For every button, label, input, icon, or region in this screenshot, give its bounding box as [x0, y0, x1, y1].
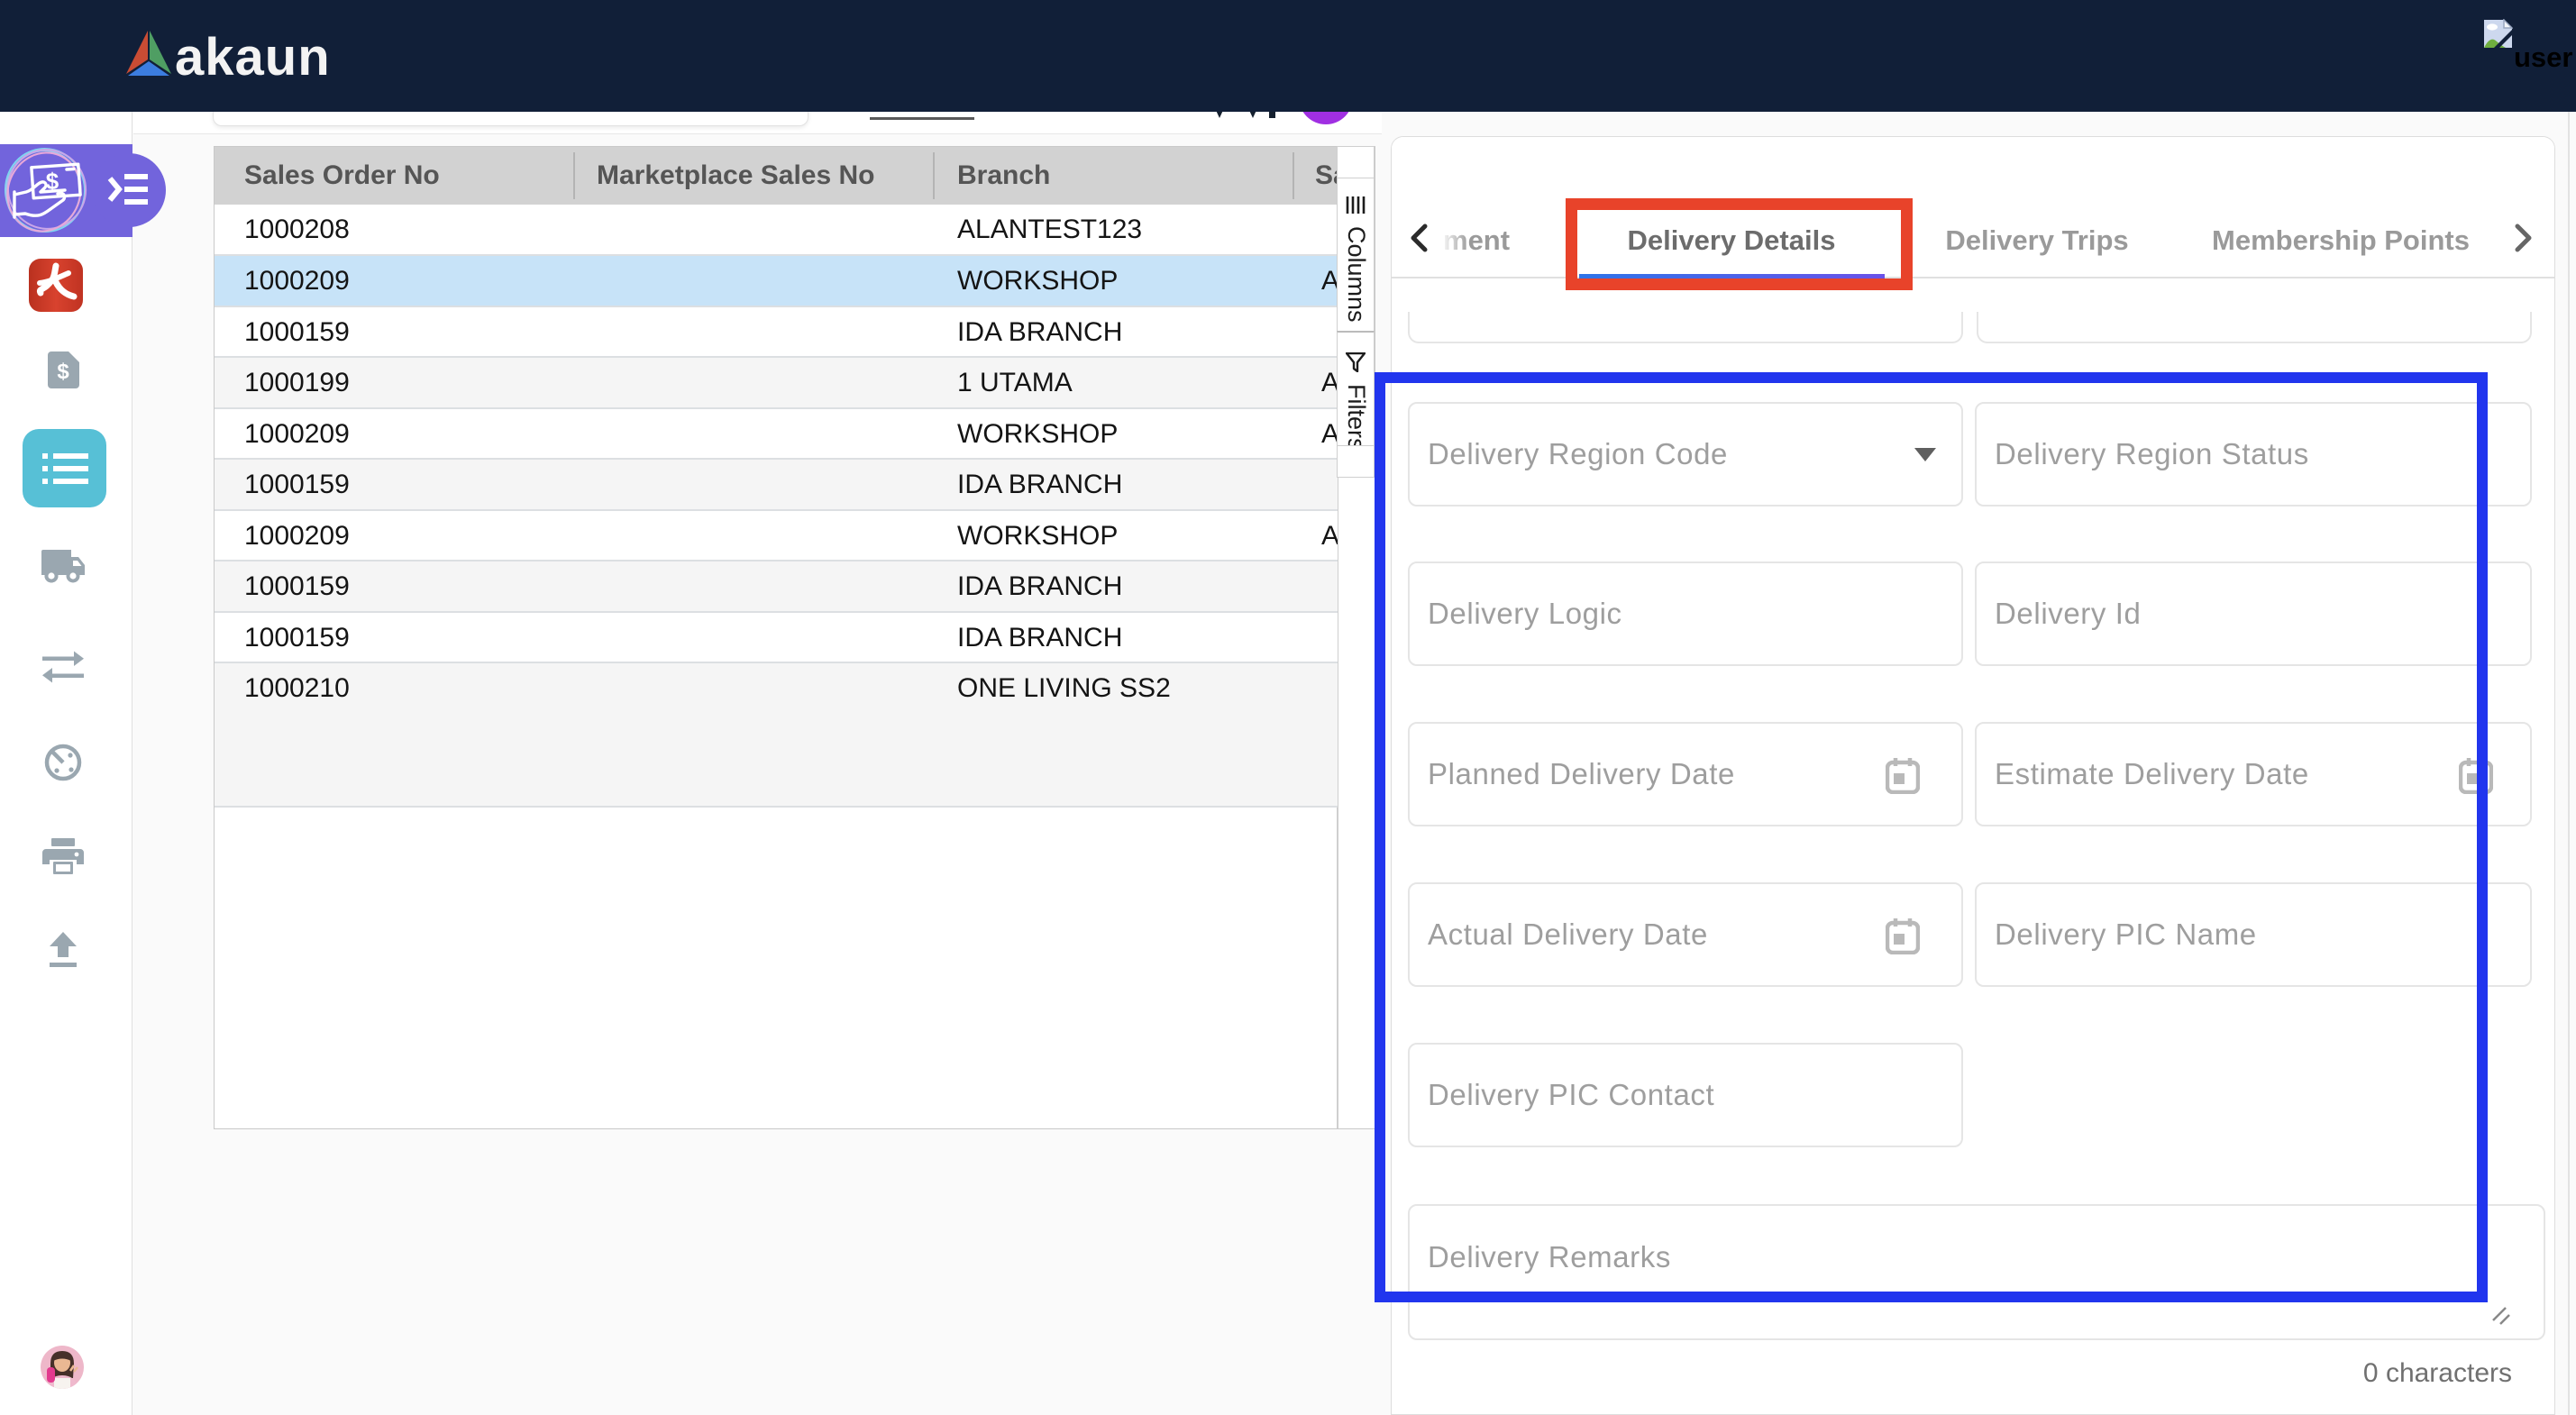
svg-text:$: $	[57, 360, 69, 384]
svg-text:$: $	[46, 168, 59, 195]
